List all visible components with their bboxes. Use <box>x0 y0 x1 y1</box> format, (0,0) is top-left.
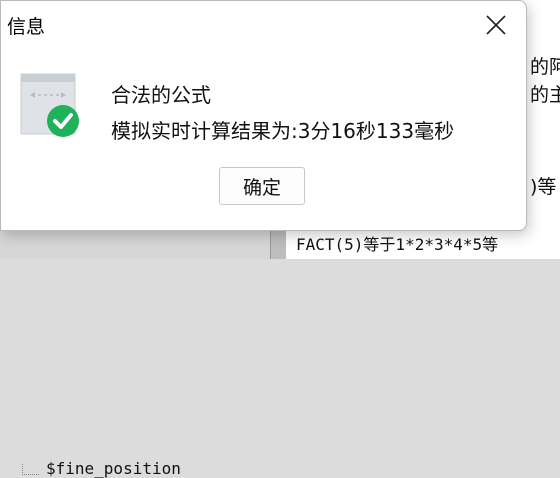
message-line-2: 模拟实时计算结果为:3分16秒133毫秒 <box>111 119 455 143</box>
ok-button[interactable]: 确定 <box>219 167 305 205</box>
message-line-1: 合法的公式 <box>111 83 211 107</box>
dialog-title: 信息 <box>7 16 46 38</box>
background-tree-row[interactable]: $fine_position <box>0 228 286 478</box>
formula-check-icon <box>20 73 79 137</box>
message-dialog: 信息 合法的公式 模拟实时计算结果为:3分16秒133毫秒 确定 <box>0 0 527 231</box>
dialog-titlebar[interactable]: 信息 <box>1 1 526 49</box>
tree-guide-line <box>22 464 39 475</box>
background-text-fragment: 的阿 <box>530 56 560 78</box>
tree-item-label[interactable]: $fine_position <box>46 459 181 478</box>
background-text-fragment: 的主 <box>530 84 560 106</box>
background-formula-line: FACT(5)等于1*2*3*4*5等 <box>296 235 499 254</box>
close-icon <box>486 15 506 35</box>
background-text-fragment: )等 <box>530 176 557 198</box>
close-button[interactable] <box>466 1 526 49</box>
